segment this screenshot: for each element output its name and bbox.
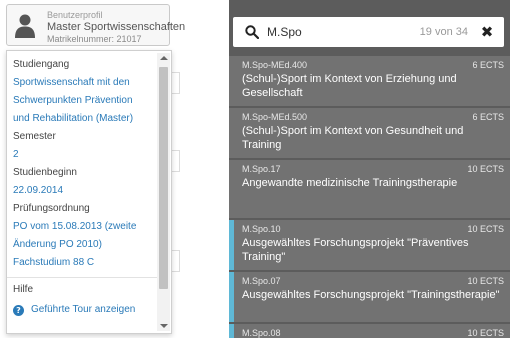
module-ects: 10 ECTS	[467, 276, 504, 286]
background-field	[172, 72, 180, 94]
scrollbar-thumb[interactable]	[159, 67, 168, 289]
result-item[interactable]: M.Spo-MEd.400 6 ECTS (Schul-)Sport im Ko…	[229, 56, 510, 106]
module-ects: 10 ECTS	[467, 328, 504, 338]
scroll-up-arrow-icon[interactable]	[160, 56, 168, 60]
semester-value[interactable]: 2	[7, 146, 157, 164]
studiengang-line[interactable]: Sportwissenschaft mit den	[7, 74, 157, 92]
search-input[interactable]	[267, 24, 417, 40]
pruefungsordnung-line[interactable]: Änderung PO 2010)	[7, 236, 157, 254]
search-icon	[245, 25, 259, 39]
studienbeginn-label: Studienbeginn	[13, 167, 77, 178]
module-title: Ausgewähltes Forschungsprojekt "Präventi…	[242, 237, 469, 263]
profile-name: Master Sportwissenschaften	[47, 21, 186, 33]
scrollbar[interactable]	[157, 53, 170, 331]
module-code: M.Spo.08	[242, 328, 281, 338]
module-title: (Schul-)Sport im Kontext von Erziehung u…	[242, 73, 457, 99]
module-title: Ausgewähltes Forschungsprojekt "Training…	[242, 289, 500, 301]
pruefungsordnung-line[interactable]: Fachstudium 88 C	[7, 254, 157, 272]
result-item[interactable]: M.Spo.17 10 ECTS Angewandte medizinische…	[229, 160, 510, 218]
result-item[interactable]: M.Spo.07 10 ECTS Ausgewähltes Forschungs…	[229, 272, 510, 322]
module-code: M.Spo.17	[242, 164, 281, 174]
module-ects: 6 ECTS	[472, 60, 504, 70]
search-panel: 19 von 34 ✖ M.Spo-MEd.400 6 ECTS (Schul-…	[229, 0, 510, 338]
close-icon[interactable]: ✖	[480, 24, 494, 40]
result-accent	[229, 220, 234, 270]
user-icon	[15, 14, 35, 38]
studiengang-line[interactable]: und Rehabilitation (Master)	[7, 110, 157, 128]
scroll-down-arrow-icon[interactable]	[160, 324, 168, 328]
profile-label: Benutzerprofil	[47, 10, 103, 20]
page: Benutzerprofil Master Sportwissenschafte…	[0, 0, 510, 338]
background-field	[172, 150, 180, 172]
guided-tour-link[interactable]: ? Geführte Tour anzeigen	[7, 303, 157, 317]
studiengang-label: Studiengang	[13, 59, 70, 70]
pruefungsordnung-label: Prüfungsordnung	[13, 203, 90, 214]
result-item[interactable]: M.Spo.08 10 ECTS	[229, 324, 510, 338]
semester-label: Semester	[13, 131, 56, 142]
studienbeginn-value[interactable]: 22.09.2014	[7, 182, 157, 200]
matrikel-number: Matrikelnummer: 21017	[47, 34, 142, 44]
result-item[interactable]: M.Spo-MEd.500 6 ECTS (Schul-)Sport im Ko…	[229, 108, 510, 158]
module-ects: 10 ECTS	[467, 164, 504, 174]
module-title: Angewandte medizinische Trainingstherapi…	[242, 177, 458, 189]
question-icon: ?	[13, 304, 24, 316]
module-code: M.Spo.07	[242, 276, 281, 286]
divider	[7, 277, 157, 278]
profile-button[interactable]: Benutzerprofil Master Sportwissenschafte…	[6, 4, 186, 46]
profile-dropdown: Studiengang Sportwissenschaft mit den Sc…	[6, 50, 172, 334]
module-code: M.Spo-MEd.500	[242, 112, 308, 122]
pruefungsordnung-line[interactable]: PO vom 15.08.2013 (zweite	[7, 218, 157, 236]
guided-tour-label: Geführte Tour anzeigen	[31, 304, 136, 315]
result-accent	[229, 272, 234, 322]
result-item[interactable]: M.Spo.10 10 ECTS Ausgewähltes Forschungs…	[229, 220, 510, 270]
module-title: (Schul-)Sport im Kontext von Gesundheit …	[242, 125, 464, 151]
search-result-count: 19 von 34	[419, 26, 468, 38]
module-code: M.Spo.10	[242, 224, 281, 234]
module-ects: 6 ECTS	[472, 112, 504, 122]
module-code: M.Spo-MEd.400	[242, 60, 308, 70]
studiengang-line[interactable]: Schwerpunkten Prävention	[7, 92, 157, 110]
background-field	[172, 250, 180, 272]
module-ects: 10 ECTS	[467, 224, 504, 234]
result-accent	[229, 324, 234, 338]
help-label: Hilfe	[13, 284, 34, 295]
search-bar: 19 von 34 ✖	[233, 17, 504, 47]
results-list: M.Spo-MEd.400 6 ECTS (Schul-)Sport im Ko…	[229, 56, 510, 338]
profile-details-list: Studiengang Sportwissenschaft mit den Sc…	[7, 51, 157, 317]
